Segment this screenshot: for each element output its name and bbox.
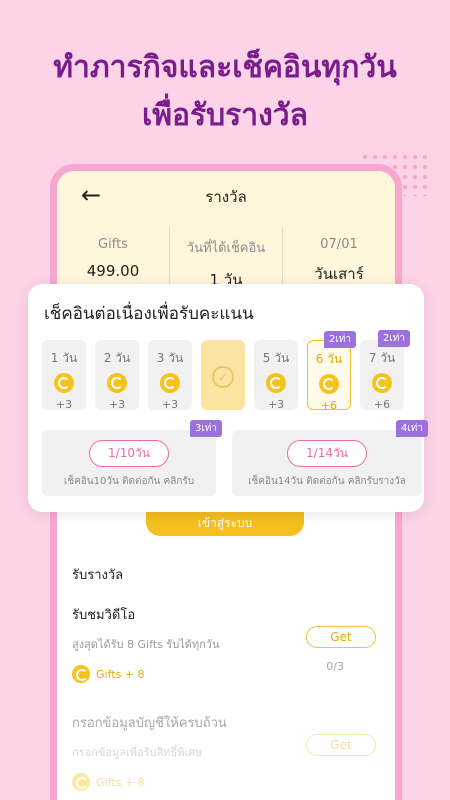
task-title: กรอกข้อมูลบัญชีให้ครบถ้วน bbox=[72, 716, 227, 731]
day-points: +3 bbox=[161, 398, 179, 411]
get-button[interactable]: Get bbox=[306, 626, 376, 648]
streak-progress: 1/10วัน bbox=[89, 440, 169, 467]
rewards-section-title: รับรางวัล bbox=[72, 568, 124, 583]
streak-rewards: 3เท่า 1/10วัน เช็คอิน10วัน ติดต่อกัน คลิ… bbox=[42, 420, 428, 496]
checkin-modal: เช็คอินต่อเนื่องเพื่อรับคะแนน 1 วัน +3 2… bbox=[28, 284, 428, 512]
day-points: +3 bbox=[55, 398, 73, 411]
stat-date: 07/01 วันเสาร์ bbox=[283, 227, 395, 285]
promo-headline: ทำภารกิจและเช็คอินทุกวัน เพื่อรับรางวัล bbox=[0, 44, 450, 140]
coin-icon bbox=[266, 373, 286, 393]
checkin-days: 1 วัน +3 2 วัน +3 3 วัน +3 ✓ 5 วัน +3 2เ… bbox=[42, 330, 410, 412]
checkin-day-4-done[interactable]: ✓ bbox=[201, 340, 245, 410]
checkin-day-6[interactable]: 2เท่า 6 วัน +6 bbox=[307, 331, 356, 412]
stat-value: 499.00 bbox=[86, 262, 140, 280]
multiplier-badge: 2เท่า bbox=[378, 330, 410, 347]
day-label: 1 วัน bbox=[50, 351, 78, 365]
streak-10-days[interactable]: 3เท่า 1/10วัน เช็คอิน10วัน ติดต่อกัน คลิ… bbox=[42, 420, 222, 496]
day-label: 2 วัน bbox=[103, 351, 131, 365]
login-button[interactable]: เข้าสู่ระบบ bbox=[146, 512, 304, 536]
coin-icon bbox=[372, 373, 392, 393]
day-points: +6 bbox=[320, 399, 338, 412]
streak-14-days[interactable]: 4เท่า 1/14วัน เช็คอิน14วัน ติดต่อกัน คลิ… bbox=[232, 420, 428, 496]
streak-description: เช็คอิน10วัน ติดต่อกัน คลิกรับ bbox=[63, 476, 195, 487]
headline-line-2: เพื่อรับรางวัล bbox=[141, 98, 309, 133]
day-label: 3 วัน bbox=[156, 351, 184, 365]
task-progress: 0/3 bbox=[326, 660, 344, 673]
stats-row: Gifts 499.00 วันที่ได้เช็คอิน 1 วัน 07/0… bbox=[57, 227, 395, 289]
stat-label: วันที่ได้เช็คอิน bbox=[186, 241, 266, 256]
day-label: 5 วัน bbox=[262, 351, 290, 365]
multiplier-badge: 3เท่า bbox=[190, 420, 222, 437]
task-reward-label: Gifts + 8 bbox=[96, 667, 145, 681]
screen-title: รางวัล bbox=[205, 188, 247, 206]
coin-icon bbox=[72, 665, 90, 683]
coin-icon bbox=[160, 373, 180, 393]
task-reward: Gifts + 8 bbox=[72, 773, 382, 791]
get-button[interactable]: Get bbox=[306, 734, 376, 756]
stat-label: 07/01 bbox=[320, 237, 358, 252]
task-watch-video: รับชมวิดีโอ สูงสุดได้รับ 8 Gifts รับได้ท… bbox=[72, 604, 382, 683]
streak-progress: 1/14วัน bbox=[287, 440, 367, 467]
checkin-day-2[interactable]: 2 วัน +3 bbox=[95, 340, 139, 411]
day-points: +6 bbox=[373, 398, 391, 411]
stat-value: วันเสาร์ bbox=[314, 265, 364, 283]
multiplier-badge: 4เท่า bbox=[396, 420, 428, 437]
coin-icon bbox=[107, 373, 127, 393]
day-points: +3 bbox=[108, 398, 126, 411]
checkin-day-7[interactable]: 2เท่า 7 วัน +6 bbox=[360, 330, 410, 411]
task-title: รับชมวิดีโอ bbox=[72, 608, 136, 623]
stat-gifts: Gifts 499.00 bbox=[57, 227, 170, 285]
stat-label: Gifts bbox=[98, 237, 128, 252]
checkin-day-1[interactable]: 1 วัน +3 bbox=[42, 340, 86, 411]
stat-checkin-days: วันที่ได้เช็คอิน 1 วัน bbox=[170, 227, 283, 289]
day-label: 7 วัน bbox=[368, 351, 396, 365]
checkin-day-3[interactable]: 3 วัน +3 bbox=[148, 340, 192, 411]
coin-icon bbox=[54, 373, 74, 393]
task-reward-label: Gifts + 8 bbox=[96, 775, 145, 789]
modal-title: เช็คอินต่อเนื่องเพื่อรับคะแนน bbox=[44, 304, 254, 324]
day-label: 6 วัน bbox=[315, 352, 343, 366]
task-complete-profile: กรอกข้อมูลบัญชีให้ครบถ้วน กรอกข้อมูลเพื่… bbox=[72, 712, 382, 791]
checkin-day-5[interactable]: 5 วัน +3 bbox=[254, 340, 298, 411]
check-circle-icon: ✓ bbox=[212, 366, 234, 388]
headline-line-1: ทำภารกิจและเช็คอินทุกวัน bbox=[53, 50, 397, 85]
coin-icon bbox=[72, 773, 90, 791]
day-points: +3 bbox=[267, 398, 285, 411]
multiplier-badge: 2เท่า bbox=[324, 331, 356, 348]
coin-icon bbox=[319, 374, 339, 394]
streak-description: เช็คอิน14วัน ติดต่อกัน คลิกรับรางวัล bbox=[248, 476, 406, 487]
